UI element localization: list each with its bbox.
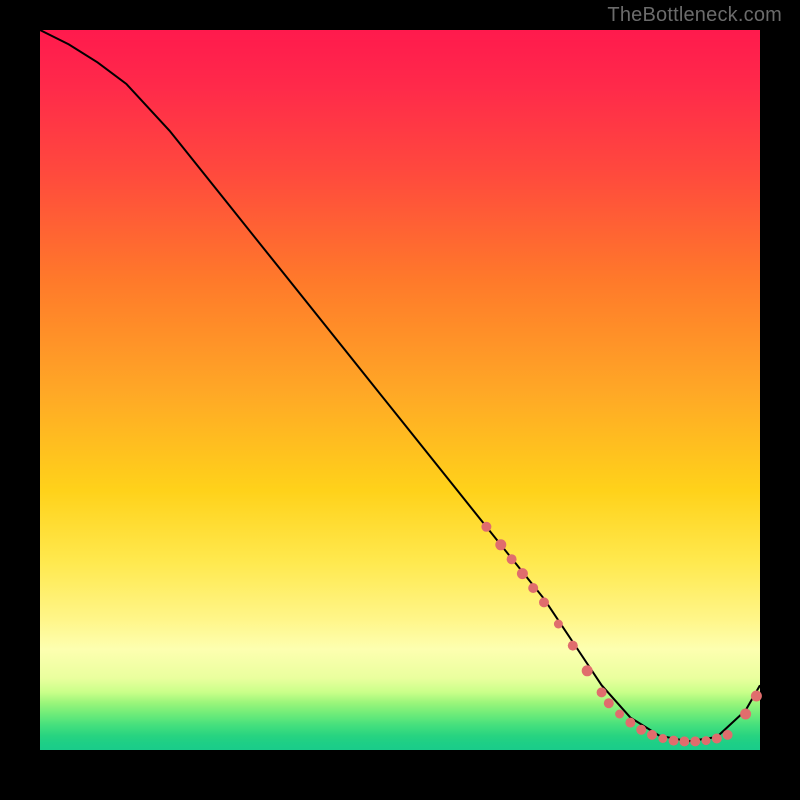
marker-layer	[481, 522, 762, 747]
marker-dot	[481, 522, 491, 532]
marker-dot	[751, 691, 762, 702]
marker-dot	[690, 736, 700, 746]
marker-dot	[539, 597, 549, 607]
plot-svg	[40, 30, 760, 750]
marker-dot	[740, 709, 751, 720]
marker-dot	[604, 698, 614, 708]
marker-dot	[495, 539, 506, 550]
marker-dot	[582, 665, 593, 676]
bottleneck-curve	[40, 30, 760, 741]
marker-dot	[528, 583, 538, 593]
marker-dot	[507, 554, 517, 564]
marker-dot	[554, 620, 563, 629]
marker-dot	[636, 725, 646, 735]
marker-dot	[723, 730, 733, 740]
marker-dot	[568, 641, 578, 651]
plot-area	[40, 30, 760, 750]
attribution-label: TheBottleneck.com	[607, 4, 782, 27]
marker-dot	[658, 734, 667, 743]
marker-dot	[615, 710, 624, 719]
marker-dot	[702, 736, 711, 745]
marker-dot	[647, 730, 657, 740]
marker-dot	[712, 734, 722, 744]
marker-dot	[625, 718, 635, 728]
marker-dot	[517, 568, 528, 579]
marker-dot	[597, 687, 607, 697]
marker-dot	[669, 736, 679, 746]
chart-frame: TheBottleneck.com	[0, 0, 800, 800]
marker-dot	[679, 736, 689, 746]
